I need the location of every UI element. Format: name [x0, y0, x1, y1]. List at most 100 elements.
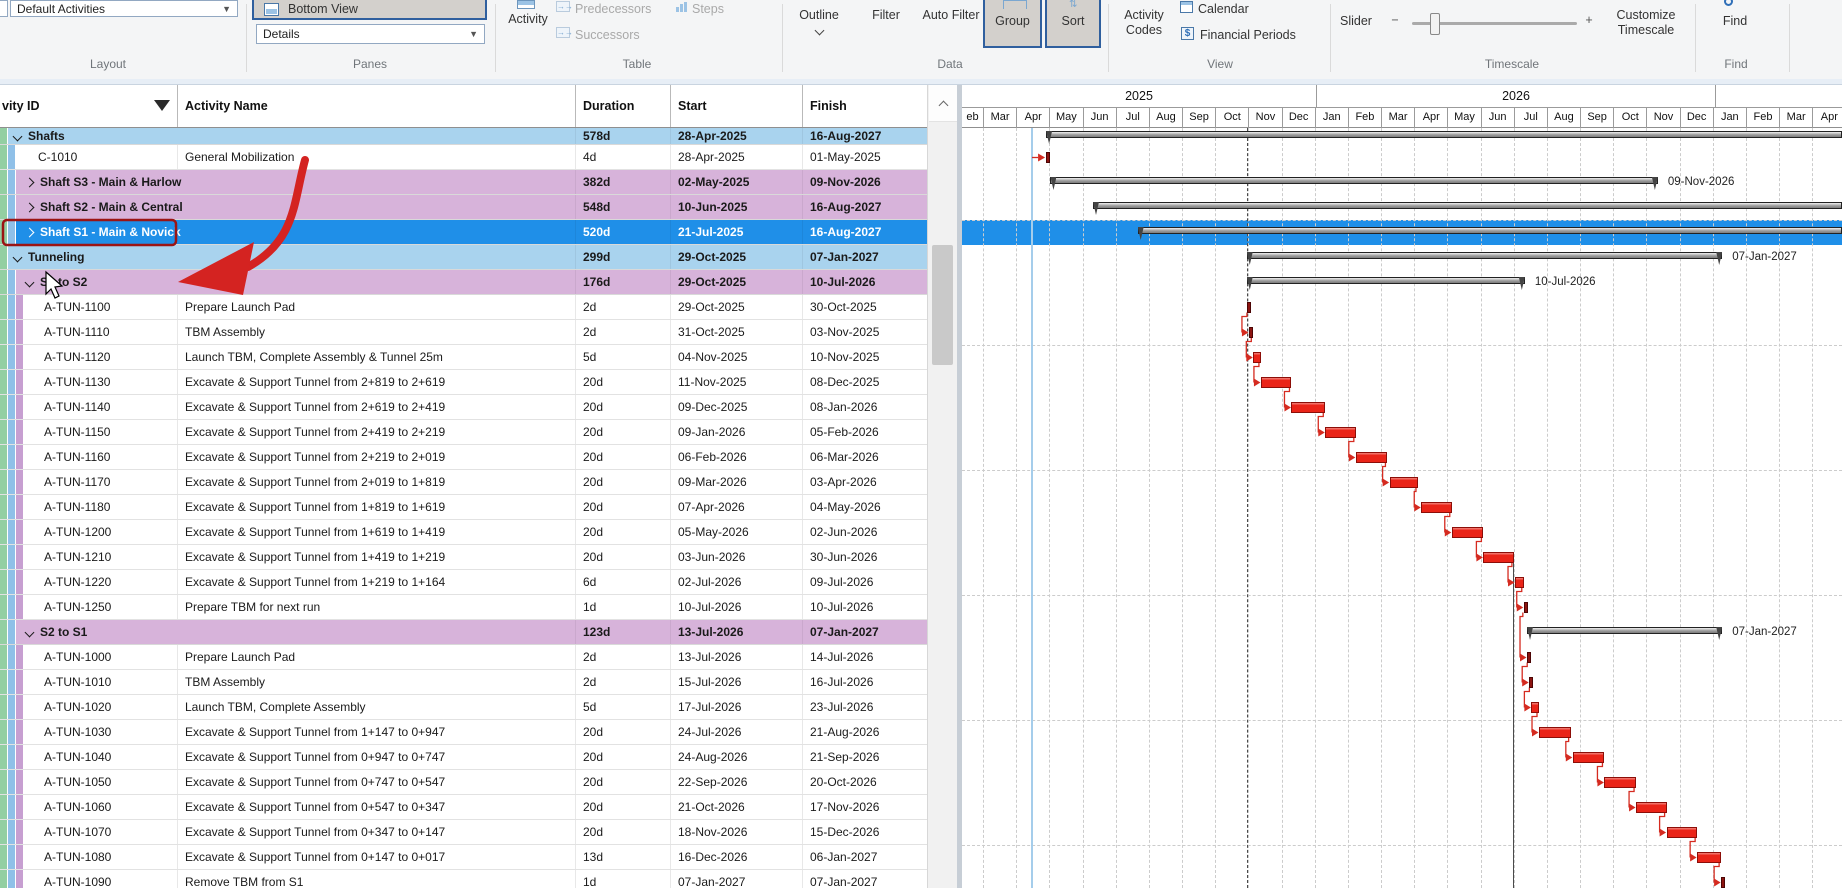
table-row[interactable]: Shaft S3 - Main & Harlow382d02-May-20250…	[0, 170, 927, 195]
table-row[interactable]: A-TUN-1170Excavate & Support Tunnel from…	[0, 470, 927, 495]
details-combobox[interactable]: Details ▼	[256, 24, 485, 44]
find-button[interactable]: Find	[1710, 14, 1760, 29]
task-bar[interactable]	[1573, 752, 1605, 763]
summary-bar[interactable]	[1050, 177, 1657, 184]
scroll-up-button[interactable]	[929, 85, 957, 122]
table-row[interactable]: A-TUN-1130Excavate & Support Tunnel from…	[0, 370, 927, 395]
table-row[interactable]: A-TUN-1120Launch TBM, Complete Assembly …	[0, 345, 927, 370]
table-row[interactable]: A-TUN-1180Excavate & Support Tunnel from…	[0, 495, 927, 520]
filter-funnel-icon[interactable]	[154, 100, 170, 111]
timescale-month[interactable]: Dec	[1680, 108, 1713, 128]
filter-button[interactable]: Filter	[860, 8, 912, 23]
timescale-month[interactable]: Nov	[1646, 108, 1679, 128]
task-bar[interactable]	[1390, 477, 1418, 488]
layout-combobox[interactable]: Default Activities ▼	[10, 0, 238, 17]
timescale-month[interactable]: Jul	[1514, 108, 1547, 128]
table-row[interactable]: Tunneling299d29-Oct-202507-Jan-2027	[0, 245, 927, 270]
task-bar[interactable]	[1452, 527, 1484, 538]
timescale-month[interactable]: Aug	[1149, 108, 1182, 128]
timescale-month[interactable]: Sep	[1580, 108, 1613, 128]
timescale-month[interactable]: Jan	[1713, 108, 1746, 128]
task-bar[interactable]	[1515, 577, 1524, 588]
timescale-month[interactable]: Mar	[983, 108, 1016, 128]
timescale-month[interactable]: Apr	[1812, 108, 1842, 128]
timescale-month[interactable]: Aug	[1547, 108, 1580, 128]
timescale-month[interactable]: Jul	[1116, 108, 1149, 128]
task-bar[interactable]	[1291, 402, 1325, 413]
task-bar[interactable]	[1527, 652, 1531, 663]
scrollbar-thumb[interactable]	[932, 245, 953, 365]
table-row[interactable]: S2 to S1123d13-Jul-202607-Jan-2027	[0, 620, 927, 645]
table-row[interactable]: A-TUN-1110TBM Assembly2d31-Oct-202503-No…	[0, 320, 927, 345]
timescale-month[interactable]: Dec	[1282, 108, 1315, 128]
auto-filter-button[interactable]: Auto Filter	[922, 8, 980, 23]
timescale-header[interactable]: 20252026ebMarAprMayJunJulAugSepOctNovDec…	[962, 85, 1842, 128]
timescale-slider-thumb[interactable]	[1430, 13, 1440, 35]
table-row[interactable]: Shaft S1 - Main & Novick520d21-Jul-20251…	[0, 220, 927, 245]
table-row[interactable]: C-1010General Mobilization4d28-Apr-20250…	[0, 145, 927, 170]
timescale-month[interactable]: Jun	[1481, 108, 1514, 128]
table-row[interactable]: A-TUN-1050Excavate & Support Tunnel from…	[0, 770, 927, 795]
table-row[interactable]: A-TUN-1220Excavate & Support Tunnel from…	[0, 570, 927, 595]
column-header-activity-id[interactable]: vity ID	[2, 85, 40, 127]
table-row[interactable]: A-TUN-1000Prepare Launch Pad2d13-Jul-202…	[0, 645, 927, 670]
timescale-month[interactable]: May	[1447, 108, 1480, 128]
vertical-scrollbar[interactable]	[927, 85, 957, 888]
task-bar[interactable]	[1421, 502, 1452, 513]
task-bar[interactable]	[1253, 352, 1261, 363]
summary-bar[interactable]	[1527, 627, 1722, 634]
task-bar[interactable]	[1531, 702, 1539, 713]
column-header-start[interactable]: Start	[678, 85, 706, 127]
timescale-year[interactable]: 2025	[962, 85, 1316, 107]
customize-timescale-button[interactable]: Customize Timescale	[1600, 8, 1692, 38]
timescale-month[interactable]: Jan	[1315, 108, 1348, 128]
clipped-combo[interactable]	[0, 0, 8, 17]
timescale-month[interactable]: Jun	[1083, 108, 1116, 128]
zoom-in-button[interactable]: +	[1582, 13, 1596, 28]
calendar-button[interactable]: Calendar	[1198, 2, 1264, 17]
task-bar[interactable]	[1247, 302, 1251, 313]
timescale-month[interactable]: Apr	[1016, 108, 1049, 128]
column-header-activity-name[interactable]: Activity Name	[185, 85, 268, 127]
table-row[interactable]: Shaft S2 - Main & Central548d10-Jun-2025…	[0, 195, 927, 220]
table-row[interactable]: A-TUN-1160Excavate & Support Tunnel from…	[0, 445, 927, 470]
timescale-month[interactable]: Mar	[1779, 108, 1812, 128]
task-bar[interactable]	[1721, 877, 1725, 888]
table-row[interactable]: A-TUN-1210Excavate & Support Tunnel from…	[0, 545, 927, 570]
summary-bar[interactable]	[1247, 252, 1722, 259]
timescale-month[interactable]: Mar	[1381, 108, 1414, 128]
financial-periods-button[interactable]: Financial Periods	[1200, 28, 1320, 43]
timescale-month[interactable]: Sep	[1182, 108, 1215, 128]
table-row[interactable]: A-TUN-1250Prepare TBM for next run1d10-J…	[0, 595, 927, 620]
summary-bar[interactable]	[1247, 277, 1525, 284]
task-bar[interactable]	[1697, 852, 1721, 863]
column-header-duration[interactable]: Duration	[583, 85, 634, 127]
task-bar[interactable]	[1249, 327, 1253, 338]
table-row[interactable]: A-TUN-1020Launch TBM, Complete Assembly5…	[0, 695, 927, 720]
table-row[interactable]: Shafts578d28-Apr-202516-Aug-2027	[0, 128, 927, 145]
table-row[interactable]: A-TUN-1010TBM Assembly2d15-Jul-202616-Ju…	[0, 670, 927, 695]
timescale-month[interactable]: Nov	[1248, 108, 1281, 128]
table-row[interactable]: A-TUN-1030Excavate & Support Tunnel from…	[0, 720, 927, 745]
table-row[interactable]: A-TUN-1090Remove TBM from S11d07-Jan-202…	[0, 870, 927, 888]
summary-bar[interactable]	[1046, 131, 1842, 138]
summary-bar[interactable]	[1093, 202, 1842, 209]
task-bar[interactable]	[1046, 152, 1050, 163]
timescale-month[interactable]: Oct	[1613, 108, 1646, 128]
task-bar[interactable]	[1325, 427, 1356, 438]
sort-button[interactable]: ⇅ Sort	[1045, 0, 1101, 48]
timescale-year[interactable]	[1715, 85, 1842, 107]
task-bar[interactable]	[1604, 777, 1636, 788]
task-bar[interactable]	[1636, 802, 1667, 813]
task-bar[interactable]	[1667, 827, 1698, 838]
timescale-month[interactable]: eb	[962, 108, 983, 128]
table-row[interactable]: A-TUN-1100Prepare Launch Pad2d29-Oct-202…	[0, 295, 927, 320]
task-bar[interactable]	[1529, 677, 1533, 688]
bottom-view-button[interactable]: Bottom View	[252, 0, 487, 20]
table-row[interactable]: A-TUN-1040Excavate & Support Tunnel from…	[0, 745, 927, 770]
timescale-month[interactable]: Feb	[1348, 108, 1381, 128]
task-bar[interactable]	[1524, 602, 1528, 613]
task-bar[interactable]	[1539, 727, 1571, 738]
zoom-out-button[interactable]: −	[1388, 13, 1402, 28]
table-row[interactable]: A-TUN-1140Excavate & Support Tunnel from…	[0, 395, 927, 420]
